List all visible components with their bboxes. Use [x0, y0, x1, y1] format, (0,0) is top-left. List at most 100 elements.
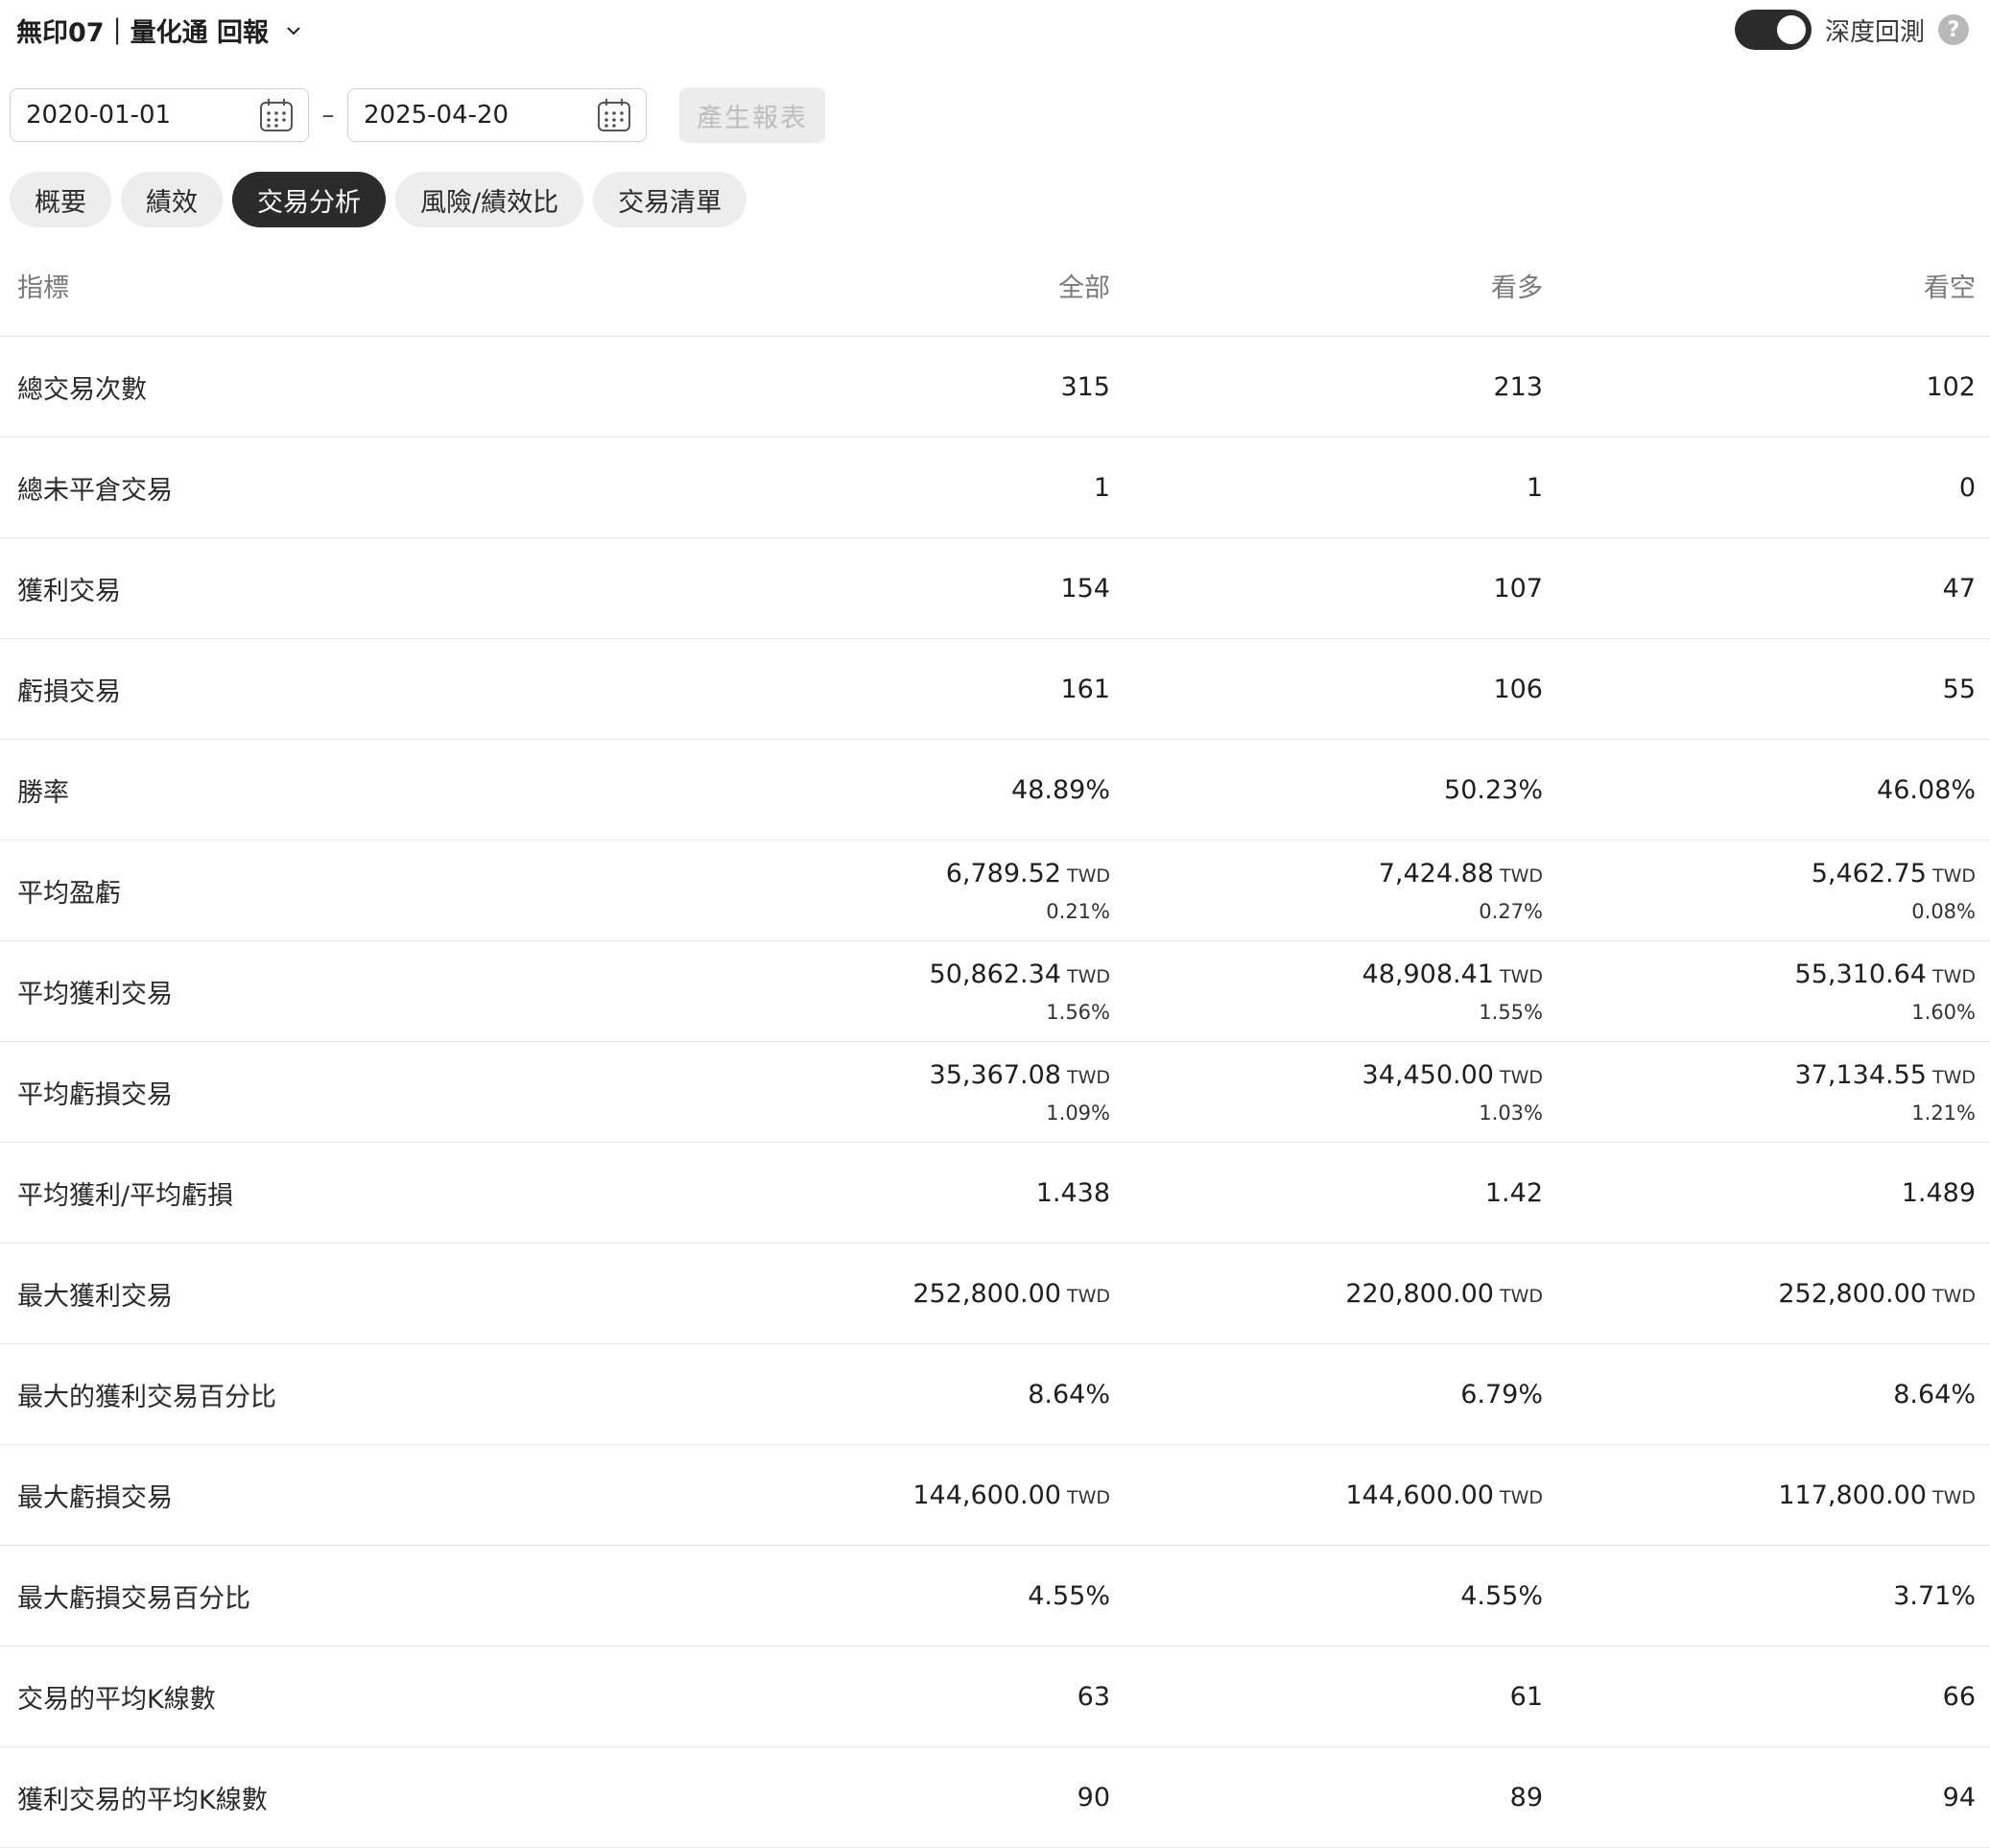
table-body: 總交易次數 315 213 102 總未平倉交易 1 1 0 獲利交易 154 107 47 虧損交易 1… [0, 337, 1990, 1848]
cell-value-line: 55 [1943, 675, 1976, 704]
cell-value-line: 6.79% [1460, 1380, 1543, 1410]
tab-performance[interactable]: 績效 [121, 172, 223, 227]
cell-short: 55,310.64 TWD 1.60% [1795, 941, 1976, 1041]
cell-value-line: 252,800.00 TWD [1778, 1279, 1976, 1309]
cell-all: 35,367.08 TWD 1.09% [930, 1042, 1110, 1142]
cell-value-line: 0 [1959, 473, 1976, 503]
cell-value: 161 [1060, 674, 1110, 704]
cell-unit: TWD [1931, 1066, 1976, 1088]
metric-label: 平均獲利交易 [17, 979, 173, 1009]
cell-value: 90 [1077, 1782, 1110, 1812]
table-row: 平均盈虧 6,789.52 TWD 0.21% 7,424.88 TWD 0.27% 5,46… [0, 841, 1990, 941]
metric-label: 平均盈虧 [17, 878, 121, 909]
cell-value: 1.438 [1035, 1177, 1110, 1208]
cell-short: 252,800.00 TWD [1778, 1244, 1976, 1343]
cell-all: 1.438 [1036, 1143, 1110, 1243]
cell-value: 47 [1942, 573, 1976, 604]
tab-risk-performance-ratio[interactable]: 風險/績效比 [395, 172, 584, 227]
cell-value-line: 3.71% [1893, 1581, 1976, 1611]
column-header-long: 看多 [1491, 273, 1543, 303]
chevron-down-icon [287, 26, 300, 35]
cell-all: 154 [1060, 538, 1110, 638]
cell-value: 315 [1060, 371, 1110, 402]
cell-unit: TWD [1066, 865, 1110, 887]
cell-all: 252,800.00 TWD [912, 1244, 1110, 1343]
cell-percent: 1.56% [1046, 1000, 1110, 1024]
cell-value-line: 315 [1060, 372, 1110, 402]
cell-value-line: 161 [1060, 675, 1110, 704]
cell-value-line: 220,800.00 TWD [1345, 1279, 1543, 1309]
cell-long: 1.42 [1485, 1143, 1543, 1243]
table-row: 虧損交易 161 106 55 [0, 639, 1990, 740]
cell-short: 117,800.00 TWD [1778, 1445, 1976, 1545]
cell-value: 154 [1060, 573, 1110, 604]
cell-long: 50.23% [1444, 740, 1543, 840]
cell-value: 48,908.41 [1362, 959, 1494, 989]
cell-all: 48.89% [1011, 740, 1110, 840]
cell-value: 0 [1958, 472, 1976, 503]
generate-report-button[interactable]: 產生報表 [679, 87, 825, 143]
table-row: 平均獲利/平均虧損 1.438 1.42 1.489 [0, 1143, 1990, 1244]
cell-unit: TWD [1066, 1285, 1110, 1307]
cell-short: 102 [1926, 337, 1976, 437]
cell-value: 8.64% [1893, 1379, 1976, 1410]
cell-long: 34,450.00 TWD 1.03% [1362, 1042, 1543, 1142]
cell-percent: 0.21% [1046, 899, 1110, 923]
table-row: 總交易次數 315 213 102 [0, 337, 1990, 438]
cell-value: 48.89% [1011, 774, 1110, 805]
deep-backtest-toggle[interactable] [1734, 10, 1812, 50]
cell-unit: TWD [1066, 1486, 1110, 1508]
cell-value-line: 154 [1060, 574, 1110, 604]
tab-trade-analysis[interactable]: 交易分析 [232, 172, 386, 227]
cell-value-line: 47 [1943, 574, 1976, 604]
cell-value-line: 106 [1493, 675, 1543, 704]
cell-short: 8.64% [1893, 1344, 1976, 1444]
table-row: 最大虧損交易 144,600.00 TWD 144,600.00 TWD 117,800.… [0, 1445, 1990, 1546]
tab-trade-list[interactable]: 交易清單 [593, 172, 747, 227]
metric-label: 勝率 [17, 777, 69, 808]
deep-backtest-control: 深度回測 ? [1734, 10, 1969, 50]
cell-value-line: 144,600.00 TWD [912, 1481, 1110, 1510]
cell-long: 61 [1510, 1647, 1543, 1746]
cell-value-line: 63 [1078, 1682, 1110, 1712]
cell-unit: TWD [1931, 1486, 1976, 1508]
metric-label: 交易的平均K線數 [17, 1684, 216, 1715]
start-date-field[interactable]: 2020-01-01 [10, 88, 309, 142]
cell-value-line: 1.438 [1036, 1178, 1110, 1208]
trade-analysis-table: 指標 全部 看多 看空 總交易次數 315 213 102 總未平倉交易 1 1 0 獲利交易 1… [0, 248, 1990, 1848]
start-date-value: 2020-01-01 [26, 101, 172, 130]
cell-value: 63 [1077, 1681, 1110, 1712]
metric-label: 獲利交易的平均K線數 [17, 1785, 268, 1815]
cell-all: 161 [1060, 639, 1110, 739]
cell-unit: TWD [1499, 1066, 1543, 1088]
cell-value: 8.64% [1028, 1379, 1110, 1410]
cell-value-line: 55,310.64 TWD [1795, 960, 1976, 989]
cell-value: 144,600.00 [1345, 1480, 1494, 1510]
cell-value-line: 66 [1943, 1682, 1976, 1712]
cell-short: 5,462.75 TWD 0.08% [1812, 841, 1976, 940]
cell-unit: TWD [1499, 865, 1543, 887]
cell-value-line: 117,800.00 TWD [1778, 1481, 1976, 1510]
cell-value: 55 [1942, 674, 1976, 704]
deep-backtest-label: 深度回測 [1824, 17, 1925, 47]
date-separator: – [321, 101, 335, 130]
table-row: 平均獲利交易 50,862.34 TWD 1.56% 48,908.41 TWD 1.55%… [0, 941, 1990, 1042]
cell-value-line: 144,600.00 TWD [1345, 1481, 1543, 1510]
cell-percent: 1.03% [1479, 1101, 1543, 1125]
cell-short: 46.08% [1877, 740, 1976, 840]
cell-value: 46.08% [1877, 774, 1976, 805]
end-date-field[interactable]: 2025-04-20 [347, 88, 647, 142]
cell-value-line: 61 [1510, 1682, 1543, 1712]
tab-overview[interactable]: 概要 [10, 172, 111, 227]
cell-value: 102 [1926, 371, 1976, 402]
table-row: 最大的獲利交易百分比 8.64% 6.79% 8.64% [0, 1344, 1990, 1445]
strategy-title: 無印07｜量化通 回報 [16, 18, 269, 48]
cell-percent: 0.27% [1479, 899, 1543, 923]
help-icon[interactable]: ? [1938, 14, 1969, 45]
cell-all: 6,789.52 TWD 0.21% [946, 841, 1110, 940]
cell-value-line: 1.489 [1902, 1178, 1976, 1208]
metric-label: 平均虧損交易 [17, 1079, 173, 1110]
cell-value-line: 107 [1493, 574, 1543, 604]
strategy-selector[interactable]: 無印07｜量化通 回報 [16, 12, 301, 49]
cell-value-line: 102 [1926, 372, 1976, 402]
